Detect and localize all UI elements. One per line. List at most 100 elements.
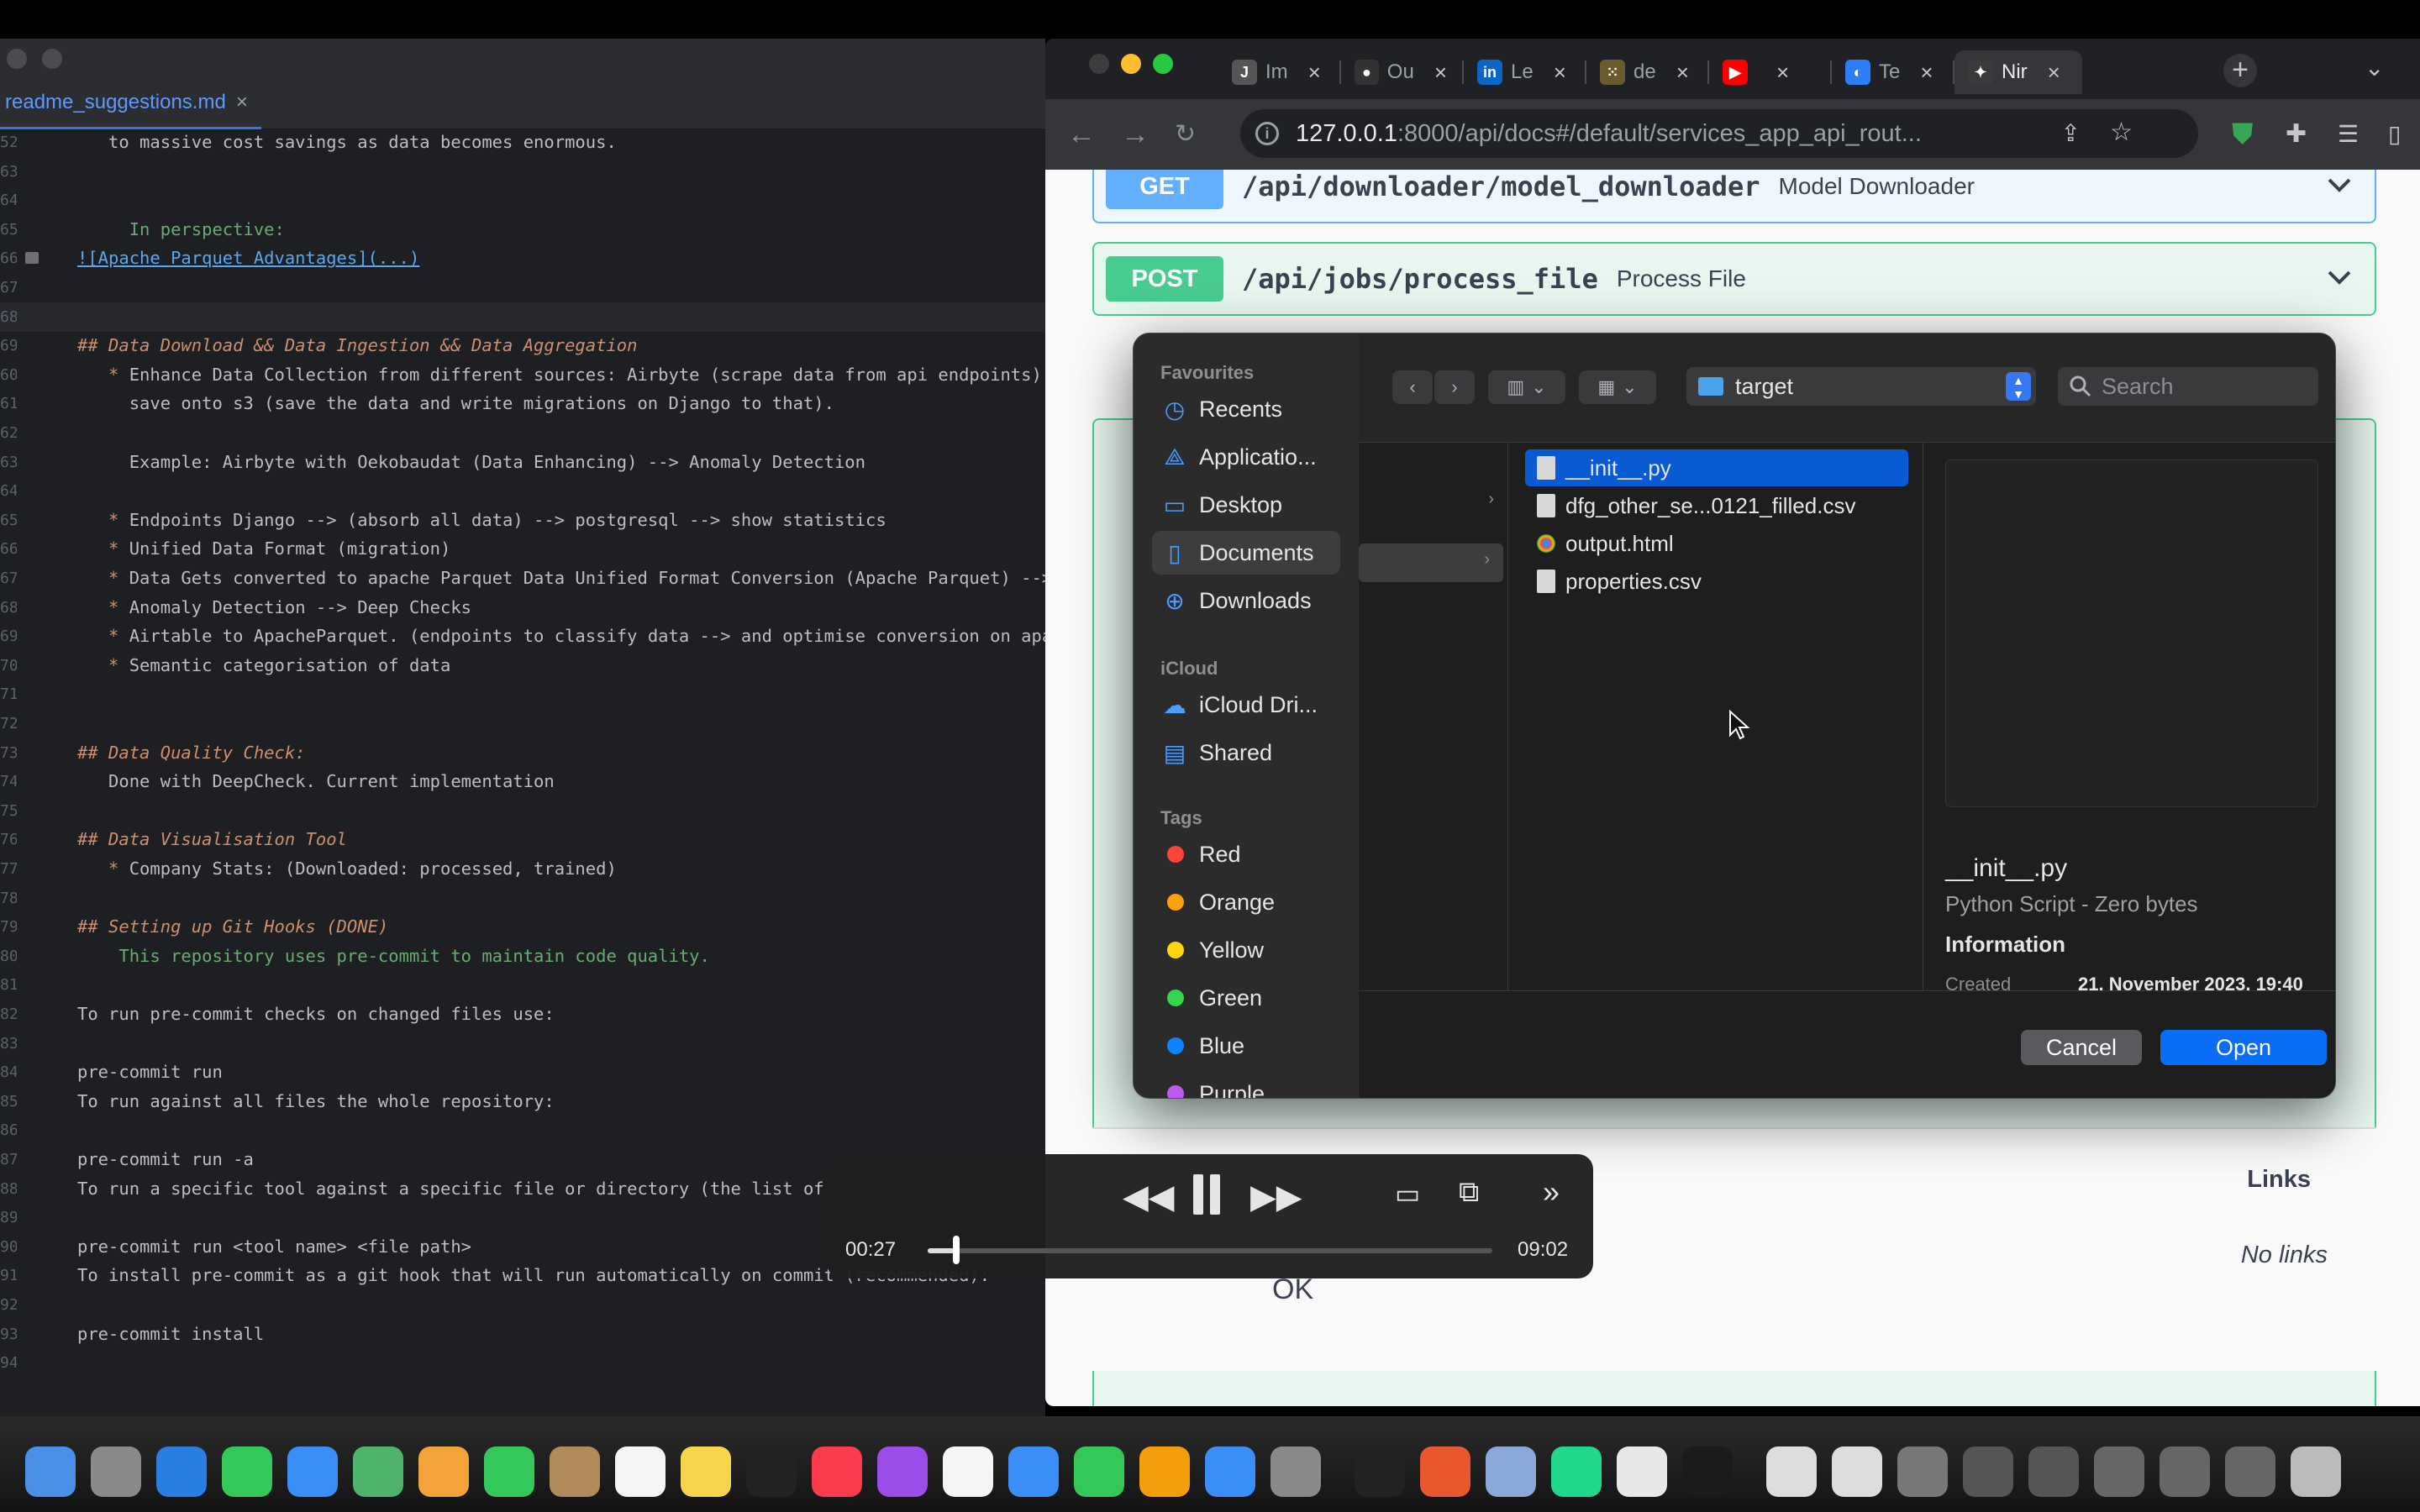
close-tab-icon[interactable]: ×: [1434, 60, 1447, 86]
scrubber-knob[interactable]: [952, 1236, 960, 1264]
file-row[interactable]: dfg_other_se...0121_filled.csv: [1525, 487, 1908, 524]
close-tab-icon[interactable]: ×: [1676, 60, 1689, 86]
tag-item[interactable]: Blue: [1152, 1024, 1340, 1068]
side-panel-icon[interactable]: ▯: [2388, 118, 2401, 151]
window-icon[interactable]: [2225, 1446, 2275, 1497]
file-row[interactable]: output.html: [1525, 525, 1908, 562]
sidebar-item[interactable]: ☁ iCloud Dri...: [1152, 683, 1340, 727]
airplay-icon[interactable]: ▭: [1395, 1178, 1420, 1210]
extensions-puzzle-icon[interactable]: ✚: [2286, 118, 2307, 151]
safari-icon[interactable]: [156, 1446, 207, 1497]
sidebar-item[interactable]: ◷ Recents: [1152, 387, 1340, 431]
keynote-icon[interactable]: [1008, 1446, 1059, 1497]
podcasts-icon[interactable]: [877, 1446, 928, 1497]
minimize-window-button[interactable]: [1121, 54, 1141, 74]
back-arrow-icon[interactable]: ←: [1067, 118, 1096, 151]
finder-icon[interactable]: [25, 1446, 76, 1497]
tag-item[interactable]: Green: [1152, 976, 1340, 1020]
file-row[interactable]: __init__.py: [1525, 449, 1908, 486]
launchpad-icon[interactable]: [91, 1446, 141, 1497]
xcode-icon[interactable]: [1205, 1446, 1255, 1497]
facetime-icon[interactable]: [484, 1446, 534, 1497]
calendar-icon[interactable]: [943, 1446, 993, 1497]
sidebar-item[interactable]: ⟁ Applicatio...: [1152, 435, 1340, 479]
music-icon[interactable]: [812, 1446, 862, 1497]
window-icon[interactable]: [2028, 1446, 2079, 1497]
browser-tab[interactable]: in Le ×: [1464, 50, 1583, 94]
mail-icon[interactable]: [287, 1446, 338, 1497]
terminal-icon[interactable]: [1355, 1446, 1405, 1497]
browser-tab[interactable]: ⁙ de ×: [1586, 50, 1706, 94]
window-icon[interactable]: [2094, 1446, 2144, 1497]
close-tab-icon[interactable]: ×: [1308, 60, 1321, 86]
playback-scrubber[interactable]: [928, 1236, 1492, 1264]
share-icon[interactable]: ⇪: [2061, 119, 2081, 147]
back-chevron-icon[interactable]: ‹: [1392, 370, 1433, 404]
media-queue-icon[interactable]: ☰: [2338, 118, 2359, 151]
chevron-down-icon[interactable]: [2323, 170, 2356, 202]
forward-chevron-icon[interactable]: ›: [1434, 370, 1475, 404]
numbers-icon[interactable]: [1074, 1446, 1124, 1497]
cancel-button[interactable]: Cancel: [2021, 1030, 2142, 1065]
pycharm-icon[interactable]: [1551, 1446, 1602, 1497]
editor-tab[interactable]: readme_suggestions.md ×: [0, 91, 261, 129]
tv-icon[interactable]: [746, 1446, 797, 1497]
browser-tab[interactable]: ▶ ×: [1709, 50, 1828, 94]
site-info-icon[interactable]: i: [1255, 122, 1279, 145]
zoom-window-button[interactable]: [1153, 54, 1173, 74]
window-icon[interactable]: [1766, 1446, 1817, 1497]
operation-post-process-file[interactable]: POST /api/jobs/process_file Process File: [1092, 242, 2376, 316]
more-chevrons-icon[interactable]: »: [1543, 1174, 1560, 1210]
picture-in-picture-icon[interactable]: ⧉: [1459, 1176, 1479, 1209]
close-tab-icon[interactable]: ×: [236, 91, 248, 113]
tag-item[interactable]: Orange: [1152, 880, 1340, 924]
browser-tab[interactable]: J Im ×: [1218, 50, 1338, 94]
group-button[interactable]: ▦ ⌄: [1579, 370, 1656, 404]
view-columns-button[interactable]: ▥ ⌄: [1488, 370, 1565, 404]
chrome-icon[interactable]: [1617, 1446, 1667, 1497]
window-icon[interactable]: [1832, 1446, 1882, 1497]
reminders-icon[interactable]: [615, 1446, 666, 1497]
search-field[interactable]: [2058, 367, 2318, 406]
close-tab-icon[interactable]: ×: [1776, 60, 1789, 86]
window-icon[interactable]: [1963, 1446, 2013, 1497]
reload-icon[interactable]: ↻: [1175, 118, 1196, 151]
selected-parent-row[interactable]: ›: [1359, 543, 1503, 582]
minimize-window-button[interactable]: [42, 49, 62, 69]
sidebar-item[interactable]: ▤ Shared: [1152, 731, 1340, 774]
address-bar[interactable]: i 127.0.0.1:8000/api/docs#/default/servi…: [1240, 109, 2198, 158]
photos-icon[interactable]: [418, 1446, 469, 1497]
rewind-icon[interactable]: ◀◀: [1123, 1178, 1175, 1216]
tag-item[interactable]: Purple: [1152, 1072, 1340, 1098]
bookmark-star-icon[interactable]: ☆: [2110, 118, 2133, 147]
file-row[interactable]: properties.csv: [1525, 563, 1908, 600]
close-window-button[interactable]: [1089, 54, 1109, 74]
pages-icon[interactable]: [1139, 1446, 1190, 1497]
window-icon[interactable]: [1897, 1446, 1948, 1497]
trash-icon[interactable]: [2291, 1446, 2341, 1497]
image-preview-icon[interactable]: [25, 252, 39, 265]
new-tab-button[interactable]: +: [2223, 54, 2257, 87]
tab-search-chevron-icon[interactable]: ⌄: [2365, 54, 2384, 81]
close-window-button[interactable]: [7, 49, 27, 69]
terminal-green-icon[interactable]: [1682, 1446, 1733, 1497]
office-icon[interactable]: [1420, 1446, 1470, 1497]
shield-extension-icon[interactable]: ⛊: [2232, 118, 2254, 151]
preview-icon[interactable]: [1486, 1446, 1536, 1497]
operation-get-model-downloader[interactable]: GET /api/downloader/model_downloader Mod…: [1092, 170, 2376, 223]
browser-tab[interactable]: ◐ Te ×: [1832, 50, 1951, 94]
system-settings-icon[interactable]: [1270, 1446, 1321, 1497]
forward-arrow-icon[interactable]: →: [1121, 118, 1150, 151]
notes-icon[interactable]: [681, 1446, 731, 1497]
close-tab-icon[interactable]: ×: [1920, 60, 1933, 86]
tag-item[interactable]: Red: [1152, 832, 1340, 876]
open-button[interactable]: Open: [2160, 1030, 2327, 1065]
window-icon[interactable]: [2160, 1446, 2210, 1497]
pause-icon[interactable]: [1190, 1171, 1223, 1218]
browser-tab[interactable]: ● Ou ×: [1341, 50, 1460, 94]
close-tab-icon[interactable]: ×: [2048, 60, 2060, 86]
sidebar-item[interactable]: ▯ Documents: [1152, 531, 1340, 575]
close-tab-icon[interactable]: ×: [1554, 60, 1566, 86]
location-popup[interactable]: target ▲ ▼: [1686, 367, 2036, 406]
maps-icon[interactable]: [353, 1446, 403, 1497]
